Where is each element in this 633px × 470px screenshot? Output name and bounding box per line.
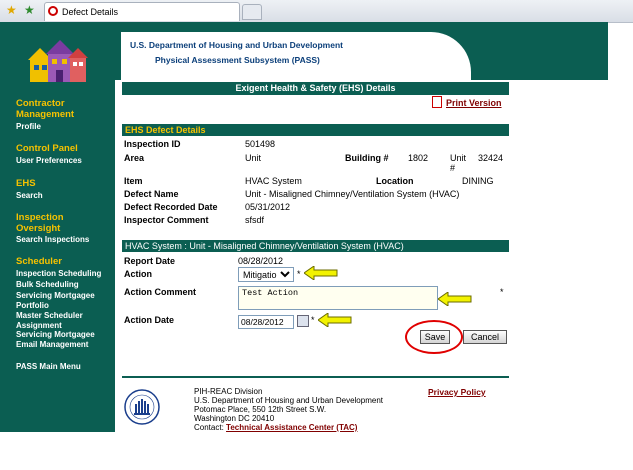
nav-control-panel-heading: Control Panel: [16, 143, 78, 154]
footer-address-2: Washington DC 20410: [194, 414, 275, 423]
inspector-comment-value: sfsdf: [245, 215, 265, 225]
action-comment-textarea[interactable]: Test Action: [238, 286, 438, 310]
action-comment-label: Action Comment: [124, 287, 196, 297]
footer-division: PIH-REAC Division: [194, 387, 263, 396]
action-date-label: Action Date: [124, 315, 175, 325]
defect-name-label: Defect Name: [124, 189, 179, 199]
action-date-input[interactable]: [238, 315, 294, 329]
inspector-comment-label: Inspector Comment: [124, 215, 209, 225]
area-label: Area: [124, 153, 145, 163]
print-version-link[interactable]: Print Version: [446, 98, 502, 108]
highlight-arrow-icon: [438, 292, 472, 306]
action-select[interactable]: Mitigation: [238, 267, 294, 282]
browser-tab[interactable]: Defect Details: [44, 2, 240, 21]
highlight-arrow-icon: [318, 313, 352, 327]
action-section-header: HVAC System : Unit - Misaligned Chimney/…: [122, 240, 509, 252]
favorites-star-icon[interactable]: ★: [6, 3, 17, 17]
calendar-icon[interactable]: [297, 315, 309, 327]
save-highlight-ring: [405, 320, 463, 354]
location-label: Location: [376, 176, 414, 186]
hud-seal-logo: [124, 389, 160, 425]
header-subsystem: Physical Assessment Subsystem (PASS): [155, 55, 320, 65]
item-value: HVAC System: [245, 176, 302, 186]
nav-inspection-scheduling-link[interactable]: Inspection Scheduling: [16, 269, 101, 279]
footer-contact-label: Contact:: [194, 423, 224, 432]
area-value: Unit: [245, 153, 262, 163]
nav-search-inspections-link[interactable]: Search Inspections: [16, 235, 89, 245]
footer-divider: [122, 376, 509, 378]
defect-details-section-header: EHS Defect Details: [122, 124, 509, 136]
tab-site-icon: [48, 6, 58, 16]
nav-user-preferences-link[interactable]: User Preferences: [16, 156, 82, 166]
nav-contractor-management-heading: Contractor Management: [16, 98, 75, 120]
recorded-date-label: Defect Recorded Date: [124, 202, 218, 212]
nav-ehs-search-link[interactable]: Search: [16, 191, 43, 201]
nav-servicing-mortgagee-email-link[interactable]: Servicing Mortgagee Email Management: [16, 330, 111, 349]
defect-name-value: Unit - Misaligned Chimney/Ventilation Sy…: [245, 189, 460, 199]
print-version[interactable]: Print Version: [432, 96, 502, 108]
nav-servicing-mortgagee-portfolio-link[interactable]: Servicing Mortgagee Portfolio: [16, 291, 111, 310]
browser-tab-bar: ★ ★ Defect Details: [0, 0, 633, 23]
unit-label: Unit #: [450, 153, 467, 173]
tab-title: Defect Details: [62, 7, 119, 17]
page-title: Exigent Health & Safety (EHS) Details: [122, 82, 509, 95]
footer-department: U.S. Department of Housing and Urban Dev…: [194, 396, 383, 405]
comment-required-mark: *: [500, 287, 504, 297]
pass-houses-logo: [22, 32, 92, 87]
inspection-id-value: 501498: [245, 139, 276, 149]
item-label: Item: [124, 176, 143, 186]
action-label: Action: [124, 269, 152, 279]
unit-value: 32424: [478, 153, 504, 163]
date-required-mark: *: [311, 315, 315, 325]
nav-bulk-scheduling-link[interactable]: Bulk Scheduling: [16, 280, 79, 290]
report-date-value: 08/28/2012: [238, 256, 284, 266]
sidebar: Contractor Management Profile Control Pa…: [0, 22, 115, 432]
add-favorite-icon[interactable]: ★: [24, 3, 35, 17]
nav-ehs-heading: EHS: [16, 178, 36, 189]
nav-pass-main-menu-link[interactable]: PASS Main Menu: [16, 362, 81, 372]
page-header: [115, 22, 608, 92]
nav-profile-link[interactable]: Profile: [16, 122, 41, 132]
footer-address-1: Potomac Place, 550 12th Street S.W.: [194, 405, 327, 414]
building-label: Building #: [345, 153, 389, 163]
building-value: 1802: [408, 153, 429, 163]
nav-scheduler-heading: Scheduler: [16, 256, 62, 267]
nav-inspection-oversight-heading: Inspection Oversight: [16, 212, 64, 234]
tac-link[interactable]: Technical Assistance Center (TAC): [226, 423, 357, 432]
privacy-policy-link[interactable]: Privacy Policy: [428, 387, 486, 397]
action-required-mark: *: [297, 269, 301, 279]
highlight-arrow-icon: [304, 266, 338, 280]
nav-master-scheduler-assignment-link[interactable]: Master Scheduler Assignment: [16, 311, 101, 330]
new-tab-button[interactable]: [242, 4, 262, 20]
location-value: DINING: [462, 176, 494, 186]
printer-icon: [432, 96, 442, 108]
report-date-label: Report Date: [124, 256, 176, 266]
cancel-button[interactable]: Cancel: [463, 330, 507, 344]
inspection-id-label: Inspection ID: [124, 139, 181, 149]
footer-contact: Contact: Technical Assistance Center (TA…: [194, 423, 357, 432]
header-department: U.S. Department of Housing and Urban Dev…: [130, 40, 343, 50]
recorded-date-value: 05/31/2012: [245, 202, 291, 212]
